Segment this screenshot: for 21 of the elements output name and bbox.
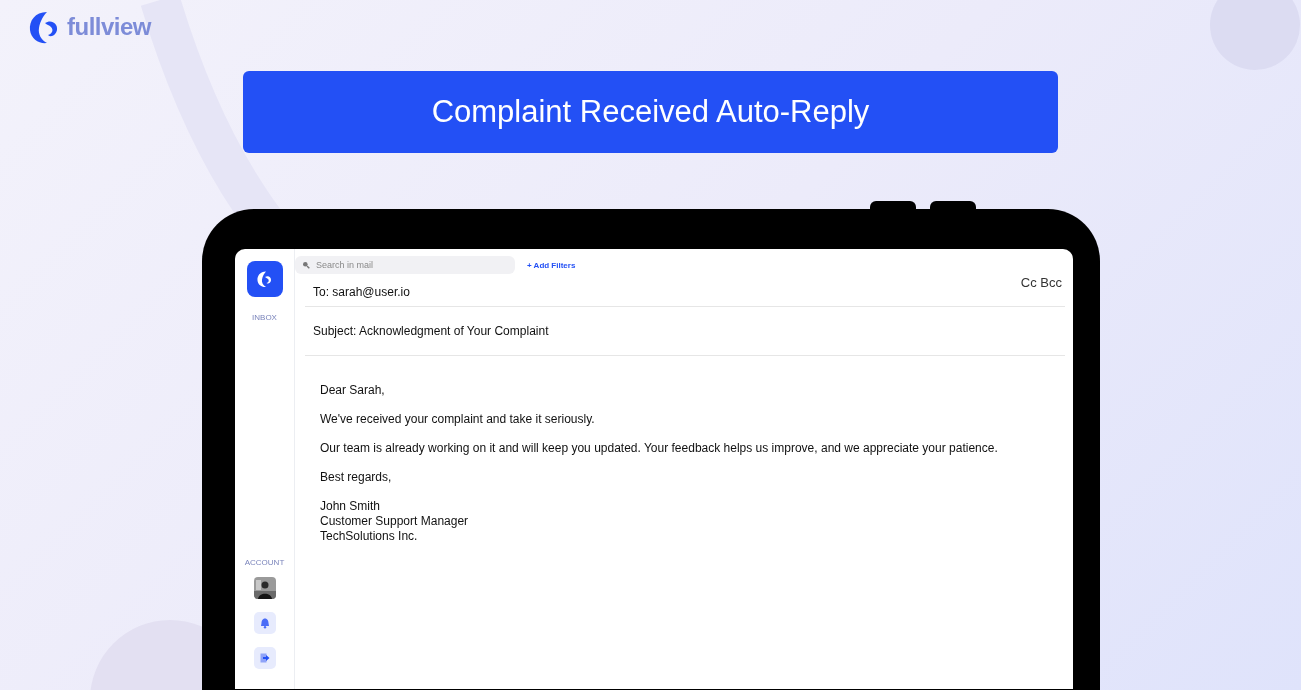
account-label: ACCOUNT [244, 558, 285, 567]
subject-field[interactable]: Subject: Acknowledgment of Your Complaint [313, 324, 549, 338]
message-paragraph: Our team is already working on it and will keep you updated. Your feedback helps us improve, and we appreciate your patience. [320, 441, 999, 455]
bell-icon [259, 617, 270, 629]
add-filters-link[interactable]: + Add Filters [527, 260, 576, 270]
logo-text: fullview [67, 13, 152, 41]
signature-line: TechSolutions Inc. [320, 529, 419, 544]
recipient-field[interactable]: To: sarah@user.io [313, 284, 410, 299]
logout-button[interactable] [253, 647, 276, 669]
message-paragraph: We've received your complaint and take it seriously. [320, 412, 596, 426]
notifications-button[interactable] [253, 612, 276, 634]
exit-icon [259, 653, 270, 663]
app-logo[interactable] [246, 261, 283, 297]
inbox-label[interactable]: INBOX [252, 313, 277, 322]
signature-line: John Smith [320, 499, 382, 514]
message-paragraph: Dear Sarah, [320, 383, 386, 397]
message-paragraph: Best regards, [320, 470, 393, 484]
cc-bcc-link[interactable]: Cc Bcc [1020, 275, 1062, 290]
search-field[interactable]: Search in mail [295, 256, 515, 274]
signature-line: Customer Support Manager [320, 514, 470, 529]
title-banner: Complaint Received Auto-Reply [243, 71, 1058, 153]
